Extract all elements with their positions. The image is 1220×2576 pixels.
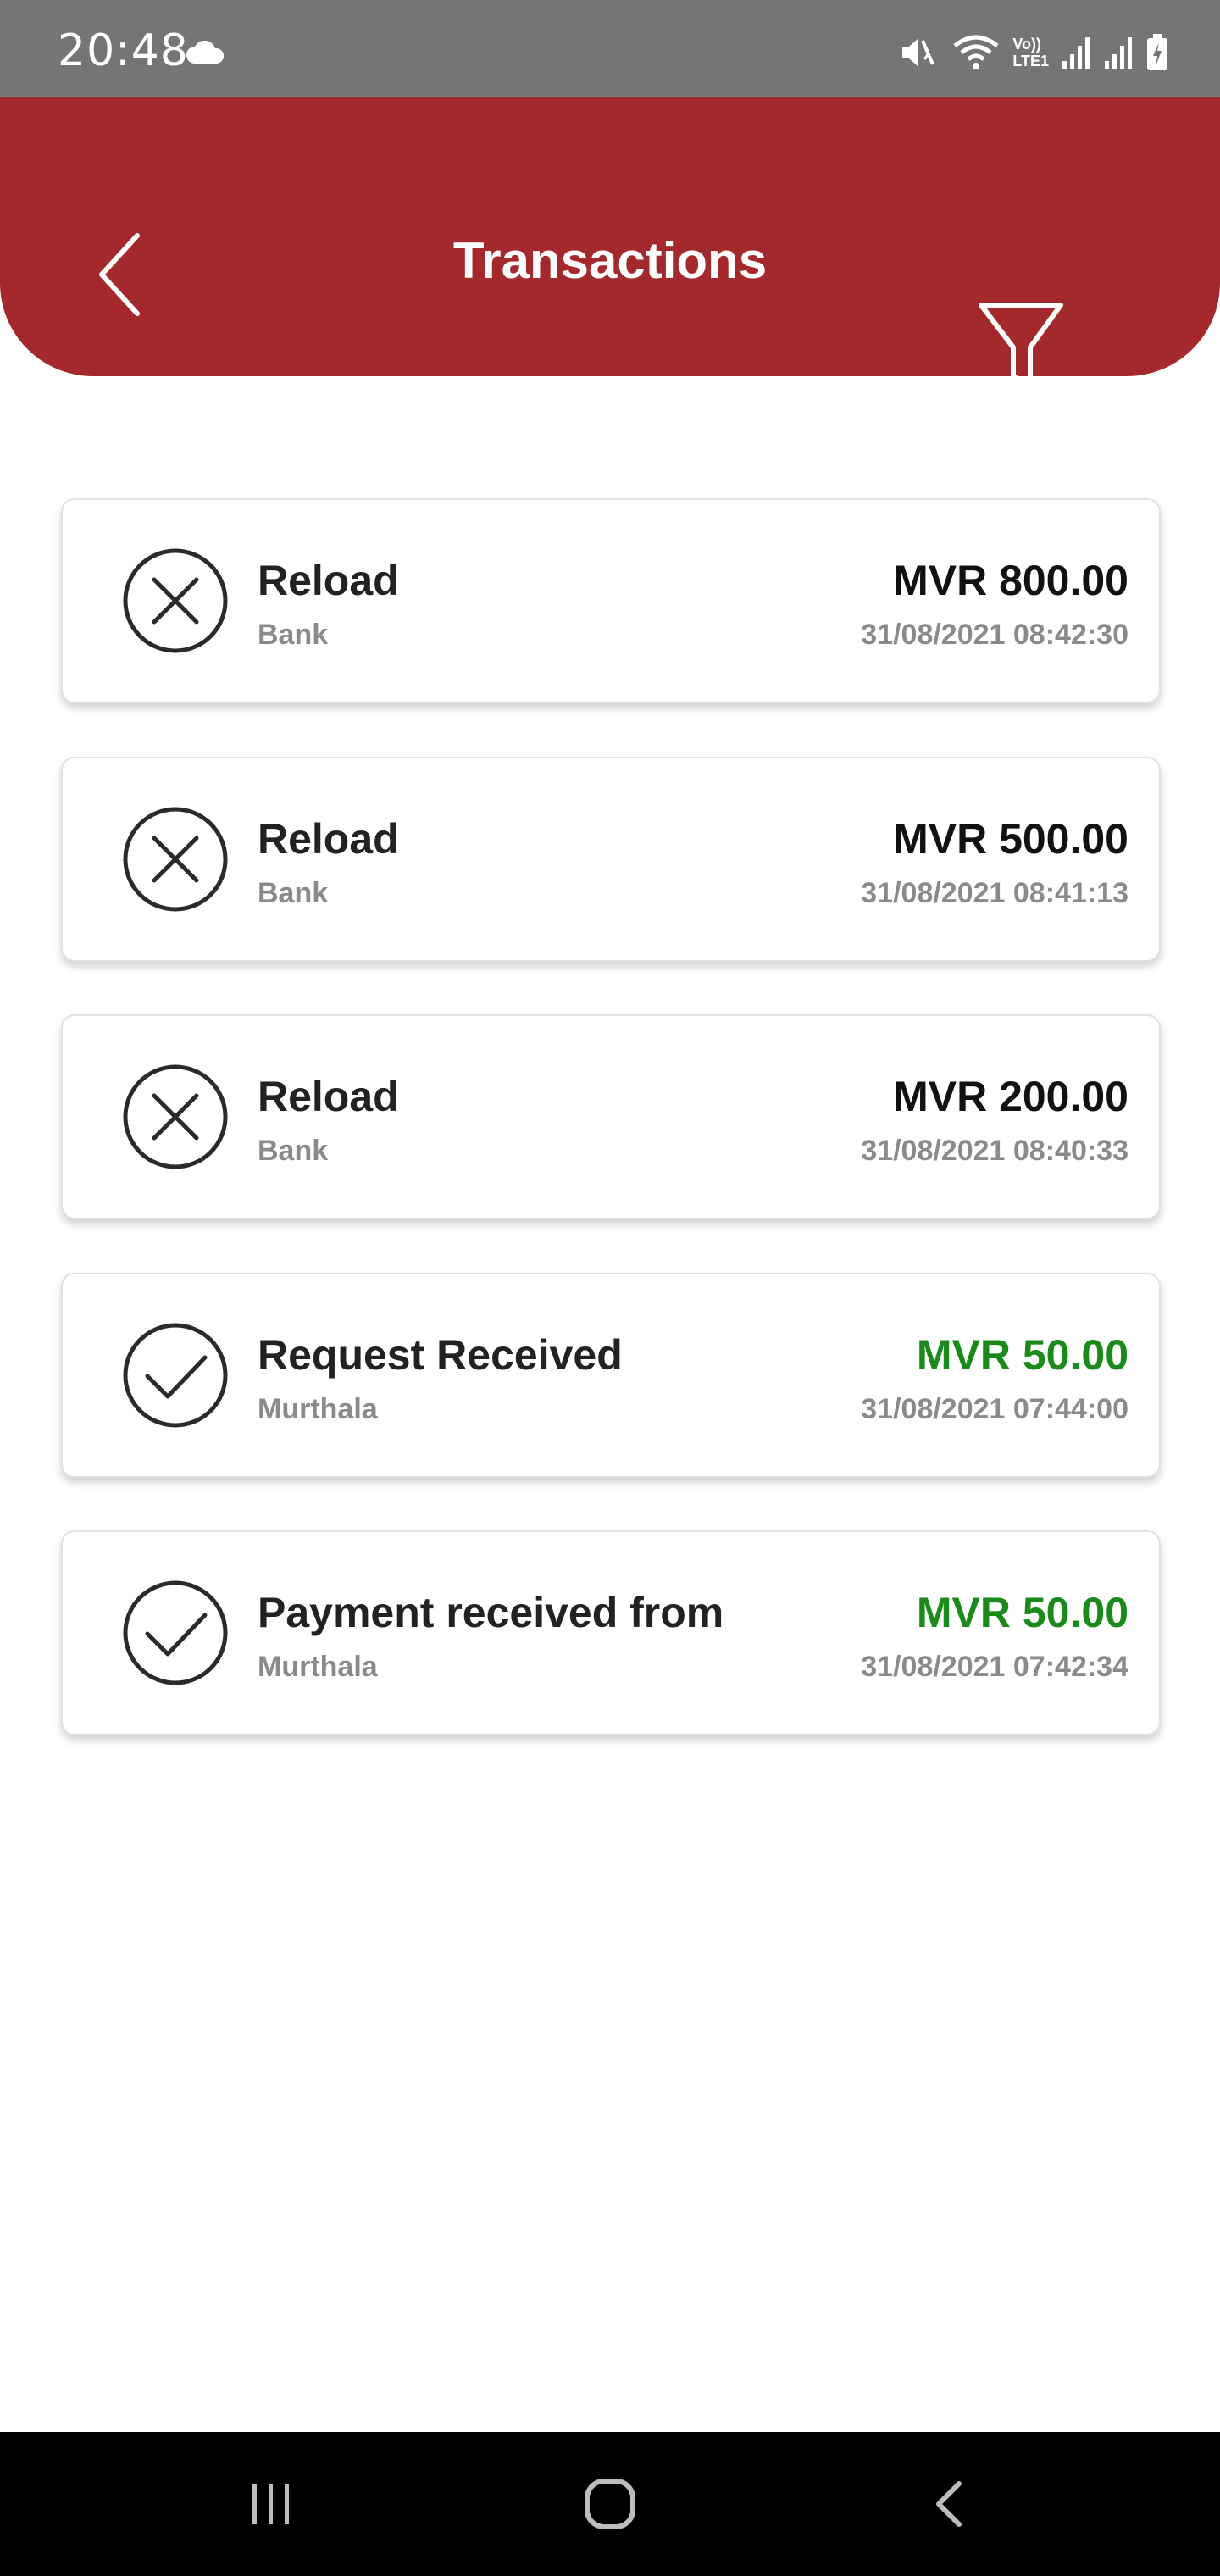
filter-button[interactable] — [974, 300, 1068, 393]
page-title: Transactions — [452, 232, 768, 289]
transaction-title: Request Received — [258, 1331, 623, 1379]
signal-icon — [1061, 36, 1091, 69]
status-icons: Vo)) LTE1 — [899, 34, 1169, 71]
status-bar: 20:48 Vo)) LTE1 — [0, 0, 1220, 97]
home-button[interactable] — [542, 2432, 678, 2576]
transaction-amount: MVR 50.00 — [916, 1331, 1128, 1379]
transaction-title: Reload — [258, 815, 399, 863]
recent-apps-button[interactable] — [203, 2432, 339, 2576]
transaction-card[interactable]: Request Received Murthala MVR 50.00 31/0… — [61, 1273, 1161, 1478]
failed-icon — [123, 548, 228, 653]
back-icon — [936, 2481, 962, 2527]
transaction-datetime: 31/08/2021 08:42:30 — [861, 619, 1128, 651]
transaction-subtitle: Murthala — [258, 1393, 378, 1425]
wifi-icon — [951, 34, 1001, 71]
recent-apps-icon — [252, 2484, 289, 2524]
mute-icon — [899, 34, 940, 71]
transaction-datetime: 31/08/2021 08:40:33 — [861, 1135, 1128, 1167]
transaction-card[interactable]: Reload Bank MVR 500.00 31/08/2021 08:41:… — [61, 757, 1161, 962]
success-icon — [123, 1580, 228, 1685]
transaction-datetime: 31/08/2021 07:44:00 — [861, 1393, 1128, 1425]
transaction-datetime: 31/08/2021 07:42:34 — [861, 1651, 1128, 1683]
transaction-title: Reload — [258, 557, 399, 604]
status-time: 20:48 — [58, 25, 189, 76]
failed-icon — [123, 1064, 228, 1169]
nav-back-button[interactable] — [881, 2432, 1017, 2576]
failed-icon — [123, 807, 228, 912]
transaction-amount: MVR 200.00 — [893, 1073, 1128, 1120]
transaction-title: Payment received from — [258, 1589, 724, 1636]
transaction-amount: MVR 50.00 — [916, 1589, 1128, 1636]
transaction-amount: MVR 800.00 — [893, 557, 1128, 604]
transaction-datetime: 31/08/2021 08:41:13 — [861, 877, 1128, 909]
success-icon — [123, 1323, 228, 1428]
volte-label-bottom: LTE1 — [1012, 53, 1049, 69]
volte-icon: Vo)) LTE1 — [1012, 36, 1049, 69]
transaction-subtitle: Murthala — [258, 1651, 378, 1683]
transaction-card[interactable]: Reload Bank MVR 800.00 31/08/2021 08:42:… — [61, 498, 1161, 703]
volte-label-top: Vo)) — [1012, 36, 1041, 53]
system-nav-bar — [0, 2432, 1220, 2576]
transaction-card[interactable]: Reload Bank MVR 200.00 31/08/2021 08:40:… — [61, 1014, 1161, 1219]
app-header: Transactions — [0, 97, 1220, 389]
transaction-title: Reload — [258, 1073, 399, 1120]
transaction-subtitle: Bank — [258, 619, 329, 651]
cloud-icon — [185, 40, 225, 69]
home-icon — [585, 2479, 635, 2529]
transaction-amount: MVR 500.00 — [893, 815, 1128, 863]
signal-icon — [1103, 36, 1134, 69]
battery-icon — [1145, 34, 1169, 71]
transaction-card[interactable]: Payment received from Murthala MVR 50.00… — [61, 1530, 1161, 1735]
transaction-subtitle: Bank — [258, 877, 329, 909]
transaction-subtitle: Bank — [258, 1135, 329, 1167]
filter-icon — [979, 303, 1063, 389]
